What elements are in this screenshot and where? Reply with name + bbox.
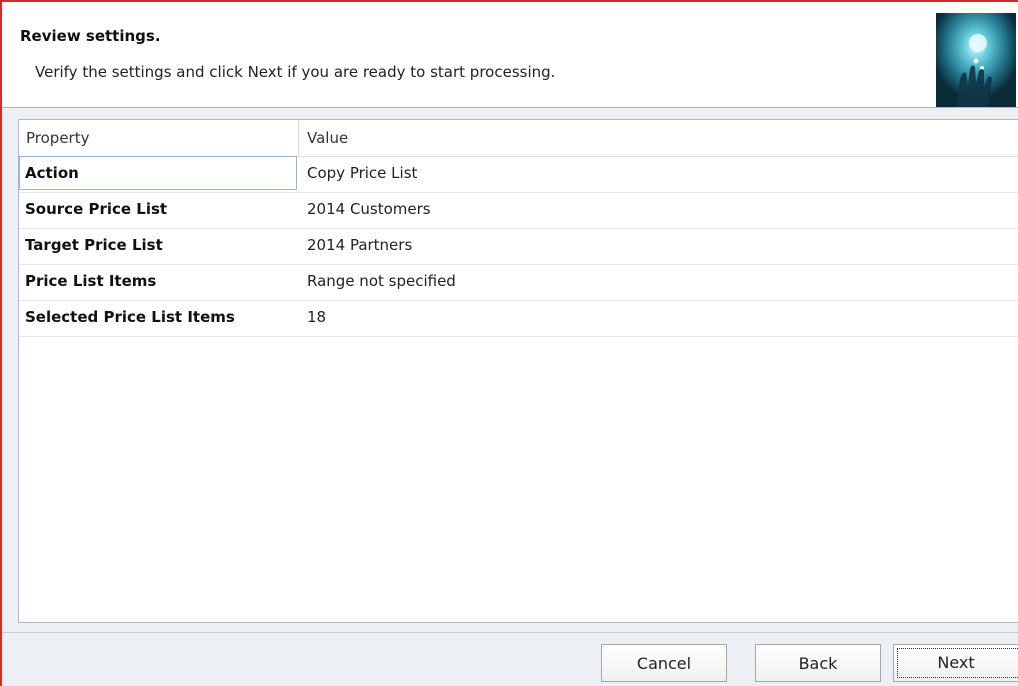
table-row[interactable]: Target Price List 2014 Partners bbox=[19, 228, 1018, 265]
next-button[interactable]: Next bbox=[893, 644, 1018, 682]
focus-indicator bbox=[897, 648, 1018, 678]
table-row[interactable]: Source Price List 2014 Customers bbox=[19, 192, 1018, 229]
property-name: Target Price List bbox=[25, 236, 163, 254]
grid-header-row: Property Value bbox=[19, 120, 1018, 157]
property-value: 2014 Partners bbox=[307, 236, 413, 254]
column-divider[interactable] bbox=[298, 120, 299, 156]
table-row[interactable]: Action Copy Price List bbox=[19, 156, 1018, 193]
back-button[interactable]: Back bbox=[755, 644, 881, 682]
wizard-header: Review settings. Verify the settings and… bbox=[2, 2, 1018, 109]
property-value: 18 bbox=[307, 308, 327, 326]
property-name: Selected Price List Items bbox=[25, 308, 235, 326]
footer-divider bbox=[2, 632, 1018, 633]
property-value: Range not specified bbox=[307, 272, 456, 290]
column-header-property[interactable]: Property bbox=[26, 120, 89, 156]
page-subtitle: Verify the settings and click Next if yo… bbox=[35, 63, 556, 81]
cancel-button[interactable]: Cancel bbox=[601, 644, 727, 682]
property-name: Source Price List bbox=[25, 200, 168, 218]
hand-touching-light-icon bbox=[936, 13, 1016, 109]
property-value: 2014 Customers bbox=[307, 200, 431, 218]
property-value: Copy Price List bbox=[307, 164, 418, 182]
settings-grid[interactable]: Property Value Action Copy Price List So… bbox=[18, 119, 1018, 623]
column-header-value[interactable]: Value bbox=[307, 120, 348, 156]
property-name: Price List Items bbox=[25, 272, 157, 290]
page-title: Review settings. bbox=[20, 27, 161, 45]
table-row[interactable]: Selected Price List Items 18 bbox=[19, 300, 1018, 337]
property-name: Action bbox=[25, 164, 79, 182]
table-row[interactable]: Price List Items Range not specified bbox=[19, 264, 1018, 301]
